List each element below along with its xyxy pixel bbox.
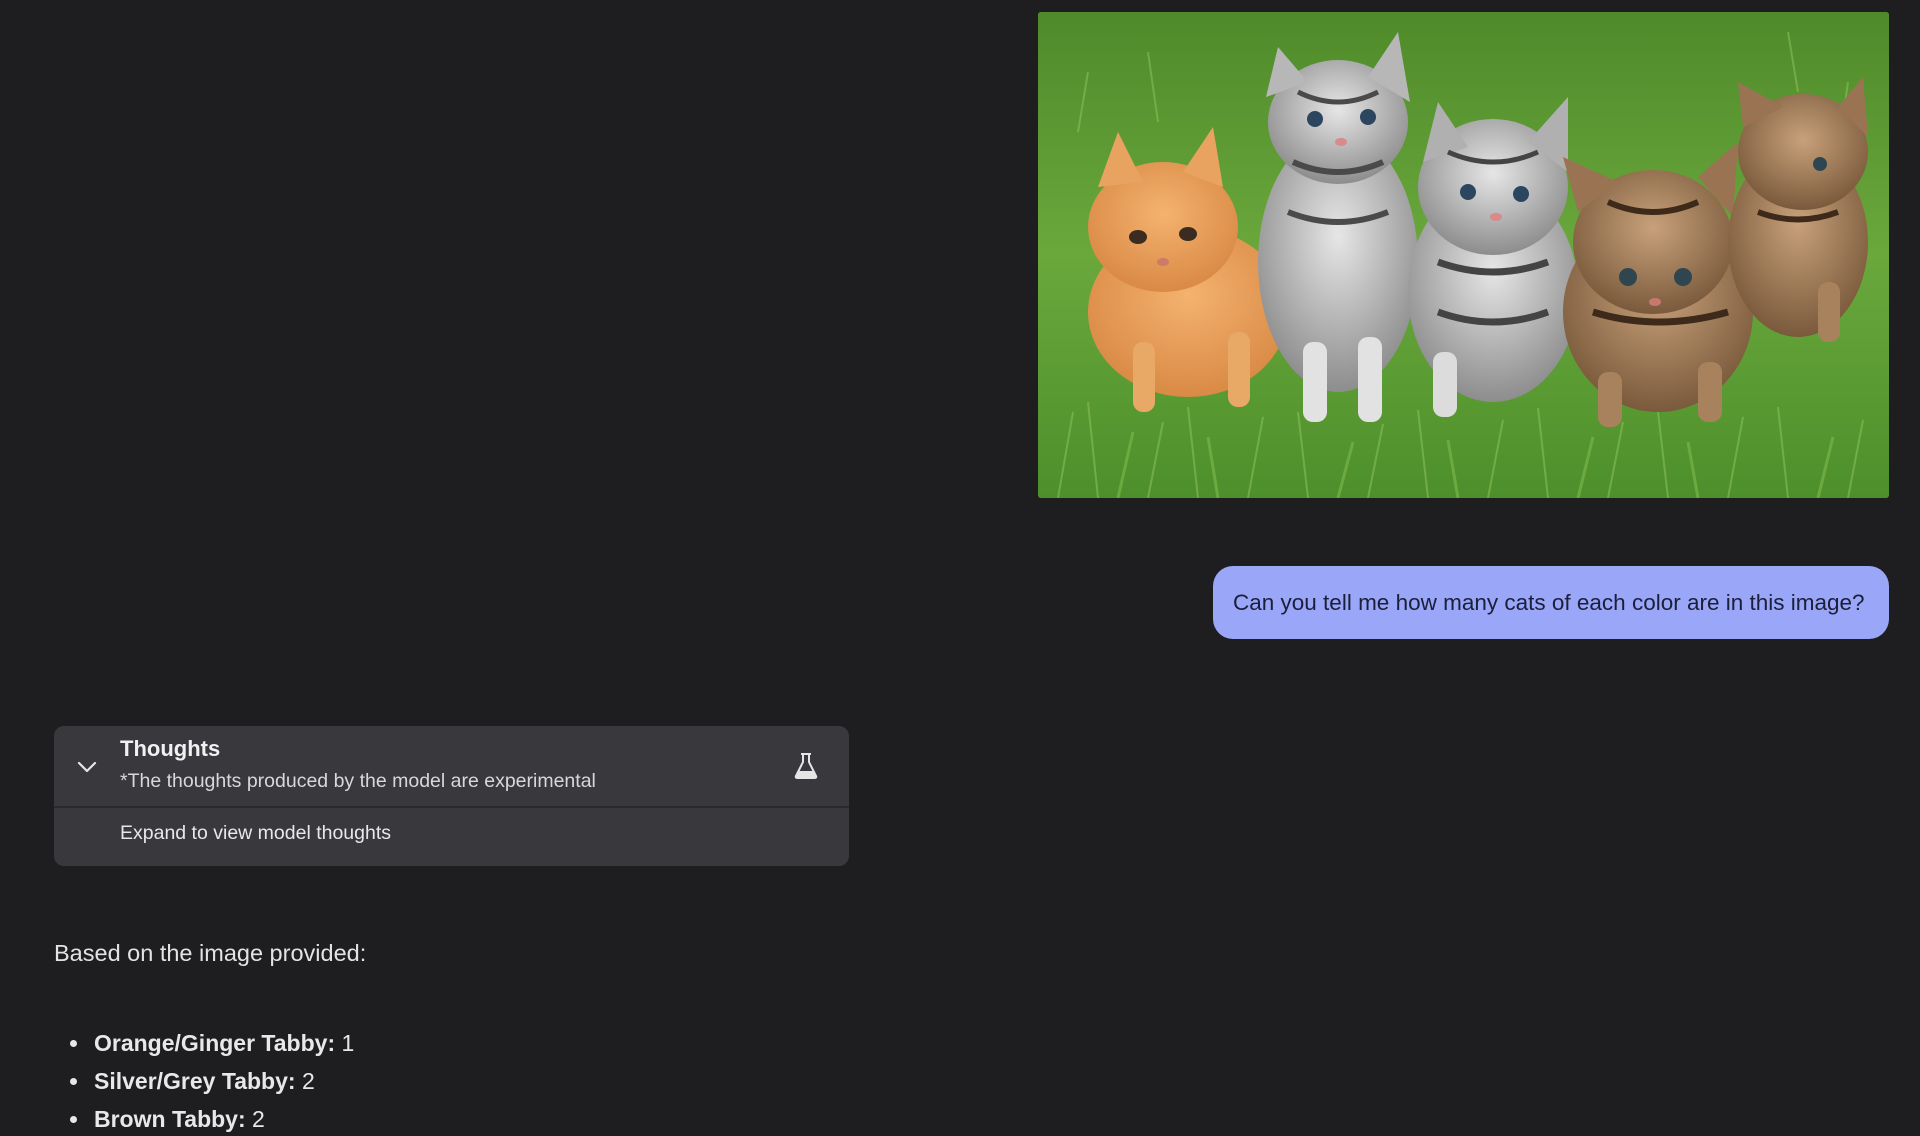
response-list: Orange/Ginger Tabby: 1 Silver/Grey Tabby…	[54, 1024, 354, 1136]
bullet-icon	[70, 1078, 77, 1085]
list-item-label: Silver/Grey Tabby:	[94, 1068, 302, 1094]
list-item: Brown Tabby: 2	[54, 1100, 354, 1136]
list-item: Silver/Grey Tabby: 2	[54, 1062, 354, 1100]
expand-thoughts-link[interactable]: Expand to view model thoughts	[120, 822, 391, 845]
list-item-label: Brown Tabby:	[94, 1106, 253, 1132]
chevron-down-icon[interactable]	[76, 756, 98, 778]
bullet-icon	[70, 1040, 77, 1047]
list-item-value: 2	[252, 1106, 265, 1132]
thoughts-disclaimer: *The thoughts produced by the model are …	[120, 770, 596, 792]
bullet-icon	[70, 1116, 77, 1123]
uploaded-image[interactable]	[1038, 12, 1889, 498]
thoughts-toggle[interactable]: Thoughts *The thoughts produced by the m…	[54, 726, 849, 808]
list-item: Orange/Ginger Tabby: 1	[54, 1024, 354, 1062]
list-item-value: 1	[341, 1030, 355, 1056]
thoughts-title: Thoughts	[120, 736, 221, 761]
flask-icon	[794, 753, 818, 779]
brown-kitten-back	[1728, 77, 1868, 342]
grey-kitten-middle	[1408, 97, 1578, 417]
thoughts-panel: Thoughts *The thoughts produced by the m…	[54, 726, 849, 866]
kittens-photo	[1038, 12, 1889, 498]
list-item-label: Orange/Ginger Tabby:	[94, 1030, 342, 1056]
user-message-bubble: Can you tell me how many cats of each co…	[1213, 566, 1889, 639]
response-intro: Based on the image provided:	[54, 940, 367, 966]
chat-page: Can you tell me how many cats of each co…	[0, 0, 1920, 1136]
list-item-value: 2	[301, 1068, 315, 1094]
